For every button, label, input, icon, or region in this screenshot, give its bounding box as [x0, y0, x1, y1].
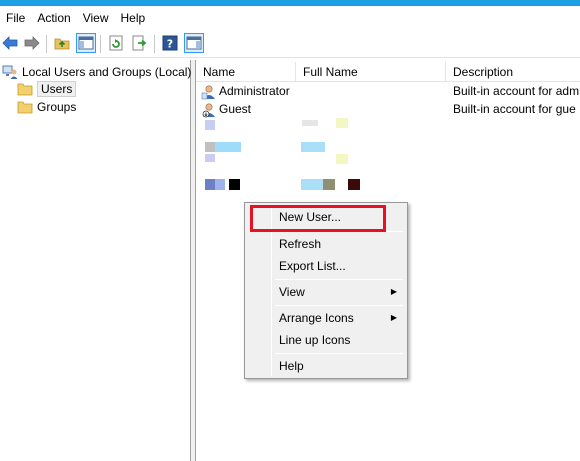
tree-pane: Local Users and Groups (Local) Users Gro…	[0, 60, 191, 461]
redacted-block	[205, 154, 215, 162]
redacted-block	[301, 179, 323, 190]
menu-item-view-label: View	[279, 285, 305, 299]
redacted-row[interactable]	[196, 140, 580, 164]
toolbar: ?	[0, 30, 580, 58]
tree-item-groups[interactable]: Groups	[17, 98, 76, 116]
redacted-block	[323, 179, 335, 190]
help-icon[interactable]: ?	[160, 33, 180, 53]
user-icon	[201, 84, 217, 100]
tree-item-groups-label: Groups	[37, 100, 77, 114]
tree-root-label: Local Users and Groups (Local)	[22, 65, 192, 79]
menu-bar: File Action View Help	[0, 7, 580, 29]
redacted-block	[348, 179, 360, 190]
export-list-icon[interactable]	[130, 33, 150, 53]
redacted-block	[205, 179, 215, 190]
column-header-full-name[interactable]: Full Name	[296, 62, 446, 82]
table-row[interactable]: Administrator Built-in account for adm	[196, 82, 580, 101]
show-hide-tree-icon[interactable]	[76, 33, 96, 53]
menu-action[interactable]: Action	[31, 8, 76, 28]
disabled-user-icon	[201, 102, 217, 118]
window-title-bar	[0, 0, 580, 6]
redacted-block	[302, 120, 318, 126]
up-folder-icon[interactable]	[52, 33, 72, 53]
show-hide-action-pane-icon[interactable]	[184, 33, 204, 53]
folder-icon	[17, 99, 33, 115]
menu-help[interactable]: Help	[115, 8, 152, 28]
folder-icon	[17, 81, 33, 97]
refresh-icon[interactable]	[106, 33, 126, 53]
submenu-arrow-icon: ▶	[390, 313, 397, 322]
cell-description: Built-in account for adm	[453, 84, 580, 98]
cell-full-name	[303, 100, 443, 119]
menu-separator	[275, 353, 403, 354]
cell-name: Guest	[219, 102, 252, 116]
redacted-block	[301, 142, 325, 152]
cell-full-name	[303, 82, 443, 101]
menu-item-view[interactable]: View ▶	[247, 281, 405, 303]
toolbar-separator	[100, 35, 101, 53]
column-header-name[interactable]: Name	[196, 62, 296, 82]
users-groups-icon	[2, 64, 18, 80]
menu-item-line-up-icons-label: Line up Icons	[279, 333, 351, 347]
redacted-block	[229, 179, 240, 190]
cell-description: Built-in account for gue	[453, 102, 576, 116]
table-row[interactable]: Guest Built-in account for gue	[196, 100, 580, 119]
redacted-block	[205, 120, 215, 130]
redacted-block	[336, 118, 348, 128]
menu-item-export-list[interactable]: Export List...	[247, 255, 405, 277]
menu-separator	[275, 305, 403, 306]
redacted-block	[336, 154, 348, 164]
tree-root-local-users-groups[interactable]: Local Users and Groups (Local)	[2, 63, 191, 81]
redacted-block	[215, 179, 225, 190]
list-header: Name Full Name Description	[196, 62, 580, 82]
redacted-row[interactable]	[196, 118, 580, 137]
menu-item-line-up-icons[interactable]: Line up Icons	[247, 329, 405, 351]
menu-file[interactable]: File	[0, 8, 31, 28]
tree-item-users[interactable]: Users	[17, 80, 77, 98]
annotation-highlight-box	[250, 205, 386, 232]
column-header-description[interactable]: Description	[446, 62, 580, 82]
back-arrow-icon[interactable]	[0, 33, 20, 53]
menu-item-arrange-icons[interactable]: Arrange Icons ▶	[247, 307, 405, 329]
menu-item-refresh-label: Refresh	[279, 237, 322, 251]
menu-item-help[interactable]: Help	[247, 355, 405, 377]
cell-name: Administrator	[219, 84, 290, 98]
redacted-row[interactable]	[196, 177, 580, 196]
redacted-block	[205, 142, 215, 152]
svg-text:?: ?	[167, 38, 173, 51]
menu-separator	[275, 279, 403, 280]
redacted-block	[215, 142, 241, 152]
menu-item-export-list-label: Export List...	[279, 259, 346, 273]
toolbar-separator	[46, 35, 47, 53]
menu-item-arrange-icons-label: Arrange Icons	[279, 311, 354, 325]
menu-view[interactable]: View	[77, 8, 115, 28]
forward-arrow-icon[interactable]	[22, 33, 42, 53]
toolbar-separator	[154, 35, 155, 53]
menu-item-help-label: Help	[279, 359, 304, 373]
menu-item-refresh[interactable]: Refresh	[247, 233, 405, 255]
tree-item-users-label: Users	[37, 81, 77, 97]
submenu-arrow-icon: ▶	[390, 287, 397, 296]
